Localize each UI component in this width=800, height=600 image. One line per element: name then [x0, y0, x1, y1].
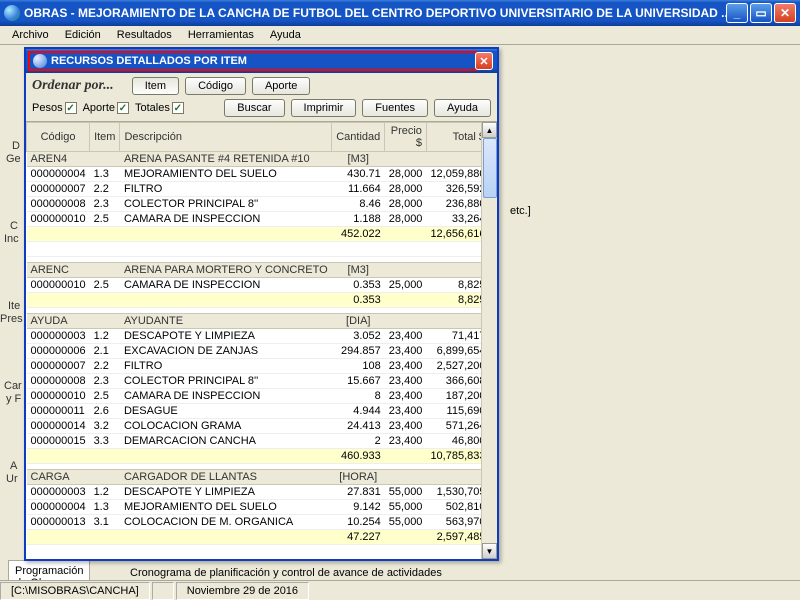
- scroll-down-icon[interactable]: ▼: [482, 543, 497, 559]
- subtotal-row: 452.02212,656,6167.910: [27, 227, 498, 242]
- header-desc[interactable]: Descripción: [120, 123, 332, 152]
- buscar-button[interactable]: Buscar: [224, 99, 284, 117]
- sort-item-button[interactable]: Item: [132, 77, 179, 95]
- background-text: etc.]: [510, 205, 531, 217]
- header-cantidad[interactable]: Cantidad: [332, 123, 385, 152]
- check-icon: ✓: [65, 102, 77, 114]
- minimize-button[interactable]: _: [726, 3, 748, 23]
- table-row[interactable]: 0000000102.5CAMARA DE INSPECCION1.18828,…: [27, 212, 498, 227]
- scroll-thumb[interactable]: [483, 138, 497, 198]
- status-date: Noviembre 29 de 2016: [176, 582, 309, 600]
- menubar: Archivo Edición Resultados Herramientas …: [0, 26, 800, 45]
- group-row[interactable]: AYUDAAYUDANTE[DIA]: [27, 314, 498, 329]
- menu-archivo[interactable]: Archivo: [6, 27, 55, 43]
- vertical-scrollbar[interactable]: ▲ ▼: [481, 122, 497, 559]
- dialog-toolbar: Ordenar por... Item Código Aporte Pesos …: [26, 73, 497, 122]
- scroll-up-icon[interactable]: ▲: [482, 122, 497, 138]
- menu-edicion[interactable]: Edición: [59, 27, 107, 43]
- table-row[interactable]: 0000000031.2DESCAPOTE Y LIMPIEZA3.05223,…: [27, 329, 498, 344]
- subtotal-row: 0.3538,825---: [27, 293, 498, 308]
- selection-row: [27, 242, 498, 257]
- table-row[interactable]: 0000000062.1EXCAVACION DE ZANJAS294.8572…: [27, 344, 498, 359]
- table-row[interactable]: 0000000041.3MEJORAMIENTO DEL SUELO430.71…: [27, 167, 498, 182]
- maximize-button[interactable]: ▭: [750, 3, 772, 23]
- header-item[interactable]: Item: [90, 123, 120, 152]
- totales-checkbox[interactable]: Totales ✓: [135, 102, 184, 114]
- table-row[interactable]: 0000000143.2COLOCACION GRAMA24.41323,400…: [27, 419, 498, 434]
- table-container: Código Item Descripción Cantidad Precio …: [26, 122, 497, 559]
- main-titlebar: OBRAS - MEJORAMIENTO DE LA CANCHA DE FUT…: [0, 0, 800, 26]
- table-row[interactable]: 0000000133.1COLOCACION DE M. ORGANICA10.…: [27, 515, 498, 530]
- table-row[interactable]: 0000000082.3COLECTOR PRINCIPAL 8''15.667…: [27, 374, 498, 389]
- table-row[interactable]: 0000000082.3COLECTOR PRINCIPAL 8''8.4628…: [27, 197, 498, 212]
- description-text: Cronograma de planificación y control de…: [130, 567, 442, 579]
- aporte-checkbox[interactable]: Aporte ✓: [83, 102, 129, 114]
- table-row[interactable]: 0000000102.5CAMARA DE INSPECCION0.35325,…: [27, 278, 498, 293]
- table-row[interactable]: 0000000112.6DESAGUE4.94423,400115,6900.0…: [27, 404, 498, 419]
- imprimir-button[interactable]: Imprimir: [291, 99, 357, 117]
- dialog-icon: [33, 54, 47, 68]
- recursos-dialog: RECURSOS DETALLADOS POR ITEM ✕ Ordenar p…: [24, 47, 499, 561]
- check-icon: ✓: [117, 102, 129, 114]
- menu-ayuda[interactable]: Ayuda: [264, 27, 307, 43]
- table-row[interactable]: 0000000072.2FILTRO10823,4002,527,2001.58…: [27, 359, 498, 374]
- dialog-title: RECURSOS DETALLADOS POR ITEM: [51, 55, 247, 67]
- table-row[interactable]: 0000000102.5CAMARA DE INSPECCION823,4001…: [27, 389, 498, 404]
- ordenar-label: Ordenar por...: [32, 78, 114, 94]
- dialog-close-button[interactable]: ✕: [475, 52, 493, 70]
- sort-codigo-button[interactable]: Código: [185, 77, 246, 95]
- check-icon: ✓: [172, 102, 184, 114]
- table-row[interactable]: 0000000072.2FILTRO11.66428,000326,5920.2…: [27, 182, 498, 197]
- subtotal-row: 47.2272,597,4851.610: [27, 530, 498, 545]
- menu-herramientas[interactable]: Herramientas: [182, 27, 260, 43]
- group-row[interactable]: AREN4ARENA PASANTE #4 RETENIDA #10[M3]: [27, 152, 498, 167]
- header-precio[interactable]: Precio $: [385, 123, 427, 152]
- header-codigo[interactable]: Código: [27, 123, 90, 152]
- status-bar: [C:\MISOBRAS\CANCHA] Noviembre 29 de 201…: [0, 580, 800, 600]
- table-row[interactable]: 0000000153.3DEMARCACION CANCHA223,40046,…: [27, 434, 498, 449]
- status-path: [C:\MISOBRAS\CANCHA]: [0, 582, 150, 600]
- group-row[interactable]: ARENCARENA PARA MORTERO Y CONCRETO[M3]: [27, 263, 498, 278]
- dialog-titlebar[interactable]: RECURSOS DETALLADOS POR ITEM ✕: [26, 49, 497, 73]
- menu-resultados[interactable]: Resultados: [111, 27, 178, 43]
- close-button[interactable]: ✕: [774, 3, 796, 23]
- sort-aporte-button[interactable]: Aporte: [252, 77, 310, 95]
- ayuda-button[interactable]: Ayuda: [434, 99, 491, 117]
- pesos-checkbox[interactable]: Pesos ✓: [32, 102, 77, 114]
- recursos-table: Código Item Descripción Cantidad Precio …: [26, 122, 497, 545]
- group-row[interactable]: CARGACARGADOR DE LLANTAS[HORA]: [27, 470, 498, 485]
- app-icon: [4, 5, 20, 21]
- fuentes-button[interactable]: Fuentes: [362, 99, 428, 117]
- table-row[interactable]: 0000000041.3MEJORAMIENTO DEL SUELO9.1425…: [27, 500, 498, 515]
- main-window-title: OBRAS - MEJORAMIENTO DE LA CANCHA DE FUT…: [24, 6, 726, 20]
- subtotal-row: 460.93310,785,8336.720: [27, 449, 498, 464]
- table-row[interactable]: 0000000031.2DESCAPOTE Y LIMPIEZA27.83155…: [27, 485, 498, 500]
